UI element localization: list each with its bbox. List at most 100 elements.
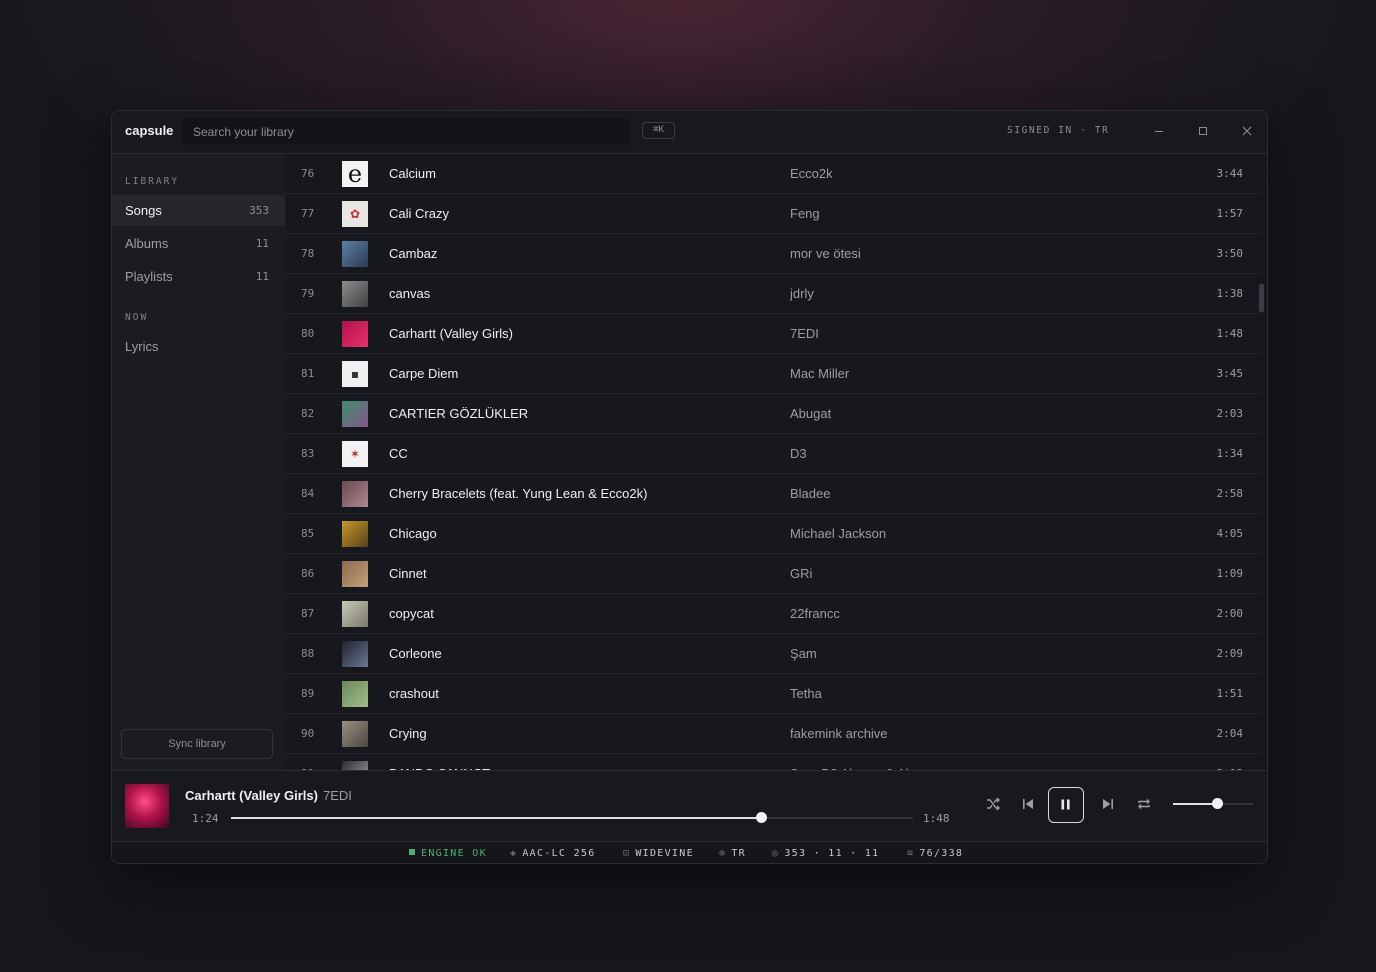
track-row[interactable]: 89 crashout Tetha 1:51 (285, 674, 1261, 714)
volume-slider[interactable] (1173, 798, 1253, 809)
track-artist[interactable]: Feng (790, 206, 820, 221)
search-box[interactable] (182, 118, 630, 145)
track-row[interactable]: 91D1NDC C1NNCTSeru D3 Abugat & Alp2:13 (285, 754, 1261, 770)
album-art: ✿ (342, 201, 368, 227)
track-number: 79 (301, 287, 315, 300)
track-row[interactable]: 84 Cherry Bracelets (feat. Yung Lean & Ec… (285, 474, 1261, 514)
stack-icon: ◎ (772, 848, 780, 859)
track-title: Calcium (389, 166, 436, 181)
track-number: 77 (301, 207, 315, 220)
library-counts: ◎ 353 · 11 · 11 (772, 848, 880, 859)
track-artist[interactable]: Tetha (790, 686, 822, 701)
auth-status[interactable]: SIGNED IN · TR (1007, 125, 1109, 136)
now-playing-artist[interactable]: 7EDI (323, 788, 352, 803)
track-row[interactable]: 81 ▪ Carpe Diem Mac Miller 3:45 (285, 354, 1261, 394)
track-artist[interactable]: Mac Miller (790, 366, 849, 381)
drm-status: ⊡ WIDEVINE (623, 848, 694, 859)
sidebar-item-lyrics[interactable]: Lyrics (112, 331, 285, 362)
track-duration: 2:00 (1216, 607, 1244, 620)
track-artist[interactable]: 7EDI (790, 326, 819, 341)
track-artist[interactable]: Abugat (790, 406, 831, 421)
track-number: 76 (301, 167, 315, 180)
sidebar-item-playlists[interactable]: Playlists 11 (112, 261, 285, 292)
track-title: Crying (389, 726, 427, 741)
track-title: Carpe Diem (389, 366, 459, 381)
repeat-icon[interactable] (1133, 793, 1155, 815)
album-art: ✶ (342, 441, 368, 467)
maximize-icon[interactable] (1193, 122, 1213, 142)
track-row[interactable]: 83 ✶ CC D3 1:34 (285, 434, 1261, 474)
lock-icon: ⊡ (623, 848, 631, 859)
track-list: 76 e Calcium Ecco2k 3:44 77 ✿ Cali Crazy Feng 1:5… (285, 154, 1261, 770)
track-row[interactable]: 90 Crying fakemink archive 2:04 (285, 714, 1261, 754)
album-art (342, 521, 368, 547)
status-dot-icon (409, 849, 415, 855)
close-icon[interactable] (1237, 122, 1257, 142)
track-row[interactable]: 80 Carhartt (Valley Girls) 7EDI 1:48 (285, 314, 1261, 354)
pause-button[interactable] (1048, 787, 1084, 823)
status-bar: ENGINE OK ◈ AAC-LC 256 ⊡ WIDEVINE ⊕ TR ◎ 353… (112, 841, 1267, 863)
track-artist[interactable]: Ecco2k (790, 166, 833, 181)
progress-handle[interactable] (756, 812, 768, 823)
previous-icon[interactable] (1017, 793, 1039, 815)
track-number: 89 (301, 687, 315, 700)
track-duration: 1:34 (1216, 447, 1244, 460)
track-number: 80 (301, 327, 315, 340)
sidebar: LIBRARY Songs 353 Albums 11 Playlists 11… (112, 154, 285, 770)
progress-bar[interactable] (231, 812, 913, 823)
track-duration: 1:09 (1216, 567, 1244, 580)
track-artist[interactable]: 22francc (790, 606, 840, 621)
sync-library-button[interactable]: Sync library (121, 729, 273, 759)
track-number: 88 (301, 647, 315, 660)
sidebar-item-albums[interactable]: Albums 11 (112, 228, 285, 259)
track-number: 81 (301, 367, 315, 380)
track-artist[interactable]: Michael Jackson (790, 526, 886, 541)
track-row[interactable]: 79 canvas jdrly 1:38 (285, 274, 1261, 314)
track-title: Cherry Bracelets (feat. Yung Lean & Ecco… (389, 486, 648, 501)
engine-status: ENGINE OK (409, 848, 487, 859)
track-title: crashout (389, 686, 439, 701)
elapsed-time: 1:24 (192, 812, 219, 825)
track-duration: 2:03 (1216, 407, 1244, 420)
track-artist[interactable]: jdrly (790, 286, 814, 301)
search-shortcut-badge: ⌘K (642, 122, 675, 139)
track-row[interactable]: 76 e Calcium Ecco2k 3:44 (285, 154, 1261, 194)
track-duration: 3:44 (1216, 167, 1244, 180)
now-playing-title[interactable]: Carhartt (Valley Girls) (185, 788, 318, 803)
track-duration: 3:45 (1216, 367, 1244, 380)
app-window: capsule ⌘K SIGNED IN · TR LIBRARY Songs … (111, 110, 1268, 864)
track-row[interactable]: 88 Corleone Şam 2:09 (285, 634, 1261, 674)
track-artist[interactable]: fakemink archive (790, 726, 888, 741)
search-input[interactable] (182, 118, 630, 145)
sidebar-item-count: 11 (255, 237, 269, 250)
library-heading: LIBRARY (125, 176, 180, 187)
sidebar-item-songs[interactable]: Songs 353 (112, 195, 285, 226)
track-row[interactable]: 78 Cambaz mor ve ötesi 3:50 (285, 234, 1261, 274)
sidebar-item-label: Playlists (125, 269, 173, 284)
track-artist[interactable]: Şam (790, 646, 817, 661)
track-row[interactable]: 87 copycat 22francc 2:00 (285, 594, 1261, 634)
track-row[interactable]: 86 Cinnet GRi 1:09 (285, 554, 1261, 594)
album-art (342, 401, 368, 427)
minimize-icon[interactable] (1149, 122, 1169, 142)
volume-handle[interactable] (1212, 798, 1223, 809)
scrollbar-thumb[interactable] (1259, 284, 1264, 312)
track-row[interactable]: 85 Chicago Michael Jackson 4:05 (285, 514, 1261, 554)
track-artist[interactable]: GRi (790, 566, 812, 581)
album-art (342, 761, 368, 770)
album-art (342, 641, 368, 667)
track-number: 83 (301, 447, 315, 460)
track-title: Cambaz (389, 246, 438, 261)
queue-icon: ≡ (907, 848, 915, 859)
next-icon[interactable] (1097, 793, 1119, 815)
track-artist[interactable]: D3 (790, 446, 807, 461)
track-row[interactable]: 82 CARTIER GÖZLÜKLER Abugat 2:03 (285, 394, 1261, 434)
shuffle-icon[interactable] (982, 793, 1004, 815)
track-title: CARTIER GÖZLÜKLER (389, 406, 529, 421)
album-art (342, 561, 368, 587)
album-art (342, 721, 368, 747)
track-artist[interactable]: Bladee (790, 486, 830, 501)
track-artist[interactable]: mor ve ötesi (790, 246, 861, 261)
volume-fill (1173, 803, 1217, 805)
track-row[interactable]: 77 ✿ Cali Crazy Feng 1:57 (285, 194, 1261, 234)
